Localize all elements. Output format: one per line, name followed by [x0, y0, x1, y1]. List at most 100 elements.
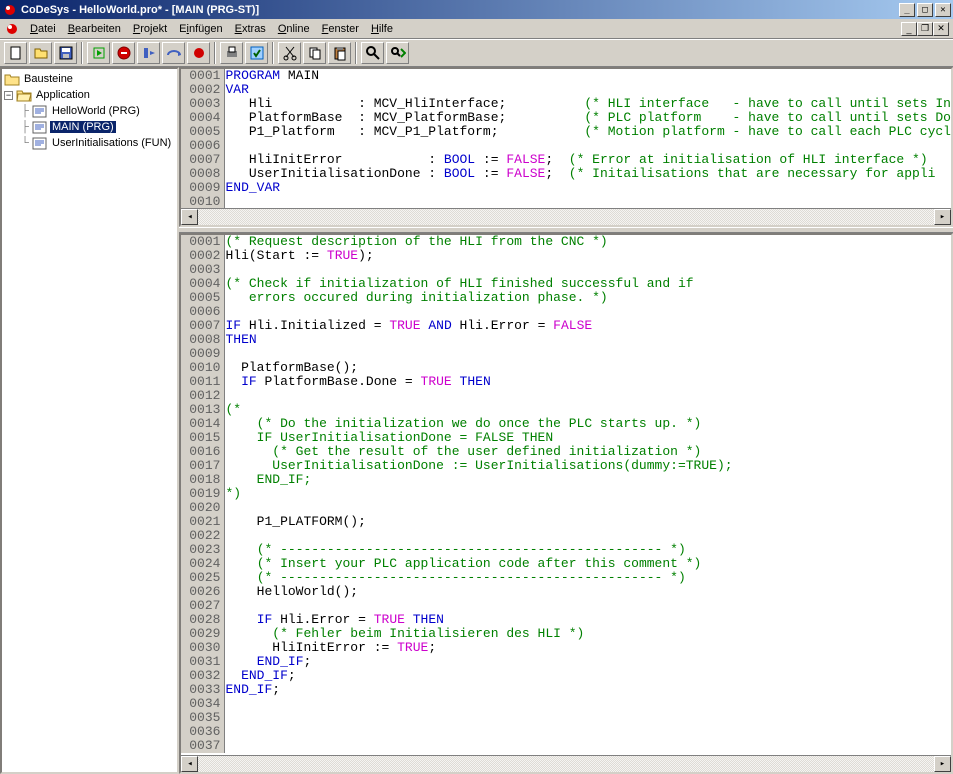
scroll-left-icon[interactable]: ◂ — [181, 209, 198, 225]
code-line[interactable]: 0027 — [181, 599, 951, 613]
code-line[interactable]: 0010 — [181, 195, 951, 208]
code-text: PlatformBase(); — [225, 361, 358, 375]
step-over-icon[interactable] — [162, 42, 185, 64]
tree-collapse-icon[interactable]: − — [4, 91, 13, 100]
line-number: 0003 — [181, 263, 225, 277]
menu-fenster[interactable]: Fenster — [316, 21, 365, 37]
find-icon[interactable] — [361, 42, 384, 64]
menu-online[interactable]: Online — [272, 21, 316, 37]
scroll-left-icon[interactable]: ◂ — [181, 756, 198, 772]
mdi-minimize-button[interactable]: _ — [901, 22, 917, 36]
code-line[interactable]: 0020 — [181, 501, 951, 515]
scroll-right-icon[interactable]: ▸ — [934, 756, 951, 772]
code-line[interactable]: 0008 UserInitialisationDone : BOOL := FA… — [181, 167, 951, 181]
code-text: END_IF; — [225, 683, 280, 697]
code-line[interactable]: 0017 UserInitialisationDone := UserIniti… — [181, 459, 951, 473]
scrollbar-horizontal[interactable]: ◂ ▸ — [181, 208, 951, 225]
tree-item-label: HelloWorld (PRG) — [50, 105, 142, 117]
code-line[interactable]: 0033END_IF; — [181, 683, 951, 697]
code-line[interactable]: 0009END_VAR — [181, 181, 951, 195]
menu-hilfe[interactable]: Hilfe — [365, 21, 399, 37]
cut-icon[interactable] — [278, 42, 301, 64]
code-line[interactable]: 0016 (* Get the result of the user defin… — [181, 445, 951, 459]
tree-item[interactable]: └UserInitialisations (FUN) — [4, 135, 175, 151]
code-line[interactable]: 0032 END_IF; — [181, 669, 951, 683]
code-line[interactable]: 0002VAR — [181, 83, 951, 97]
code-line[interactable]: 0021 P1_PLATFORM(); — [181, 515, 951, 529]
code-line[interactable]: 0004 PlatformBase : MCV_PlatformBase; (*… — [181, 111, 951, 125]
code-line[interactable]: 0015 IF UserInitialisationDone = FALSE T… — [181, 431, 951, 445]
line-number: 0031 — [181, 655, 225, 669]
code-line[interactable]: 0029 (* Fehler beim Initialisieren des H… — [181, 627, 951, 641]
code-line[interactable]: 0010 PlatformBase(); — [181, 361, 951, 375]
project-tree[interactable]: Bausteine − Application ├HelloWorld (PRG… — [0, 67, 179, 774]
scroll-right-icon[interactable]: ▸ — [934, 209, 951, 225]
code-line[interactable]: 0004(* Check if initialization of HLI fi… — [181, 277, 951, 291]
code-line[interactable]: 0003 — [181, 263, 951, 277]
code-line[interactable]: 0023 (* --------------------------------… — [181, 543, 951, 557]
stop-icon[interactable] — [112, 42, 135, 64]
code-line[interactable]: 0013(* — [181, 403, 951, 417]
code-line[interactable]: 0025 (* --------------------------------… — [181, 571, 951, 585]
code-line[interactable]: 0009 — [181, 347, 951, 361]
minimize-button[interactable]: _ — [899, 3, 915, 17]
code-line[interactable]: 0018 END_IF; — [181, 473, 951, 487]
paste-icon[interactable] — [328, 42, 351, 64]
mdi-close-button[interactable]: ✕ — [933, 22, 949, 36]
code-line[interactable]: 0001PROGRAM MAIN — [181, 69, 951, 83]
mdi-restore-button[interactable]: ❐ — [917, 22, 933, 36]
declaration-editor[interactable]: 0001PROGRAM MAIN0002VAR0003 Hli : MCV_Hl… — [179, 67, 953, 227]
breakpoint-icon[interactable] — [187, 42, 210, 64]
code-line[interactable]: 0011 IF PlatformBase.Done = TRUE THEN — [181, 375, 951, 389]
menu-extras[interactable]: Extras — [229, 21, 272, 37]
code-line[interactable]: 0014 (* Do the initialization we do once… — [181, 417, 951, 431]
save-icon[interactable] — [54, 42, 77, 64]
code-line[interactable]: 0030 HliInitError := TRUE; — [181, 641, 951, 655]
code-line[interactable]: 0007IF Hli.Initialized = TRUE AND Hli.Er… — [181, 319, 951, 333]
code-line[interactable]: 0012 — [181, 389, 951, 403]
tree-app[interactable]: − Application — [4, 87, 175, 103]
compile-icon[interactable] — [245, 42, 268, 64]
code-text: (* Insert your PLC application code afte… — [225, 557, 701, 571]
code-line[interactable]: 0007 HliInitError : BOOL := FALSE; (* Er… — [181, 153, 951, 167]
menu-bearbeiten[interactable]: Bearbeiten — [62, 21, 127, 37]
code-line[interactable]: 0026 HelloWorld(); — [181, 585, 951, 599]
code-line[interactable]: 0008THEN — [181, 333, 951, 347]
code-text: IF Hli.Initialized = TRUE AND Hli.Error … — [225, 319, 592, 333]
code-line[interactable]: 0031 END_IF; — [181, 655, 951, 669]
run-icon[interactable] — [87, 42, 110, 64]
open-icon[interactable] — [29, 42, 52, 64]
code-line[interactable]: 0005 errors occured during initializatio… — [181, 291, 951, 305]
close-button[interactable]: ✕ — [935, 3, 951, 17]
step-icon[interactable] — [137, 42, 160, 64]
code-line[interactable]: 0006 — [181, 305, 951, 319]
scrollbar-horizontal[interactable]: ◂ ▸ — [181, 755, 951, 772]
code-line[interactable]: 0005 P1_Platform : MCV_P1_Platform; (* M… — [181, 125, 951, 139]
code-line[interactable]: 0037 — [181, 739, 951, 753]
code-line[interactable]: 0036 — [181, 725, 951, 739]
body-editor[interactable]: 0001(* Request description of the HLI fr… — [179, 233, 953, 774]
menu-datei[interactable]: Datei — [24, 21, 62, 37]
code-line[interactable]: 0035 — [181, 711, 951, 725]
code-line[interactable]: 0022 — [181, 529, 951, 543]
code-line[interactable]: 0019*) — [181, 487, 951, 501]
code-line[interactable]: 0001(* Request description of the HLI fr… — [181, 235, 951, 249]
print-icon[interactable] — [220, 42, 243, 64]
maximize-button[interactable]: □ — [917, 3, 933, 17]
new-icon[interactable] — [4, 42, 27, 64]
tree-root[interactable]: Bausteine — [4, 71, 175, 87]
line-number: 0007 — [181, 319, 225, 333]
copy-icon[interactable] — [303, 42, 326, 64]
menu-einfügen[interactable]: Einfügen — [173, 21, 228, 37]
code-line[interactable]: 0028 IF Hli.Error = TRUE THEN — [181, 613, 951, 627]
menu-projekt[interactable]: Projekt — [127, 21, 173, 37]
code-line[interactable]: 0003 Hli : MCV_HliInterface; (* HLI inte… — [181, 97, 951, 111]
code-line[interactable]: 0002Hli(Start := TRUE); — [181, 249, 951, 263]
code-line[interactable]: 0034 — [181, 697, 951, 711]
code-line[interactable]: 0024 (* Insert your PLC application code… — [181, 557, 951, 571]
code-line[interactable]: 0006 — [181, 139, 951, 153]
find-next-icon[interactable] — [386, 42, 409, 64]
line-number: 0018 — [181, 473, 225, 487]
tree-item[interactable]: ├HelloWorld (PRG) — [4, 103, 175, 119]
tree-item[interactable]: ├MAIN (PRG) — [4, 119, 175, 135]
